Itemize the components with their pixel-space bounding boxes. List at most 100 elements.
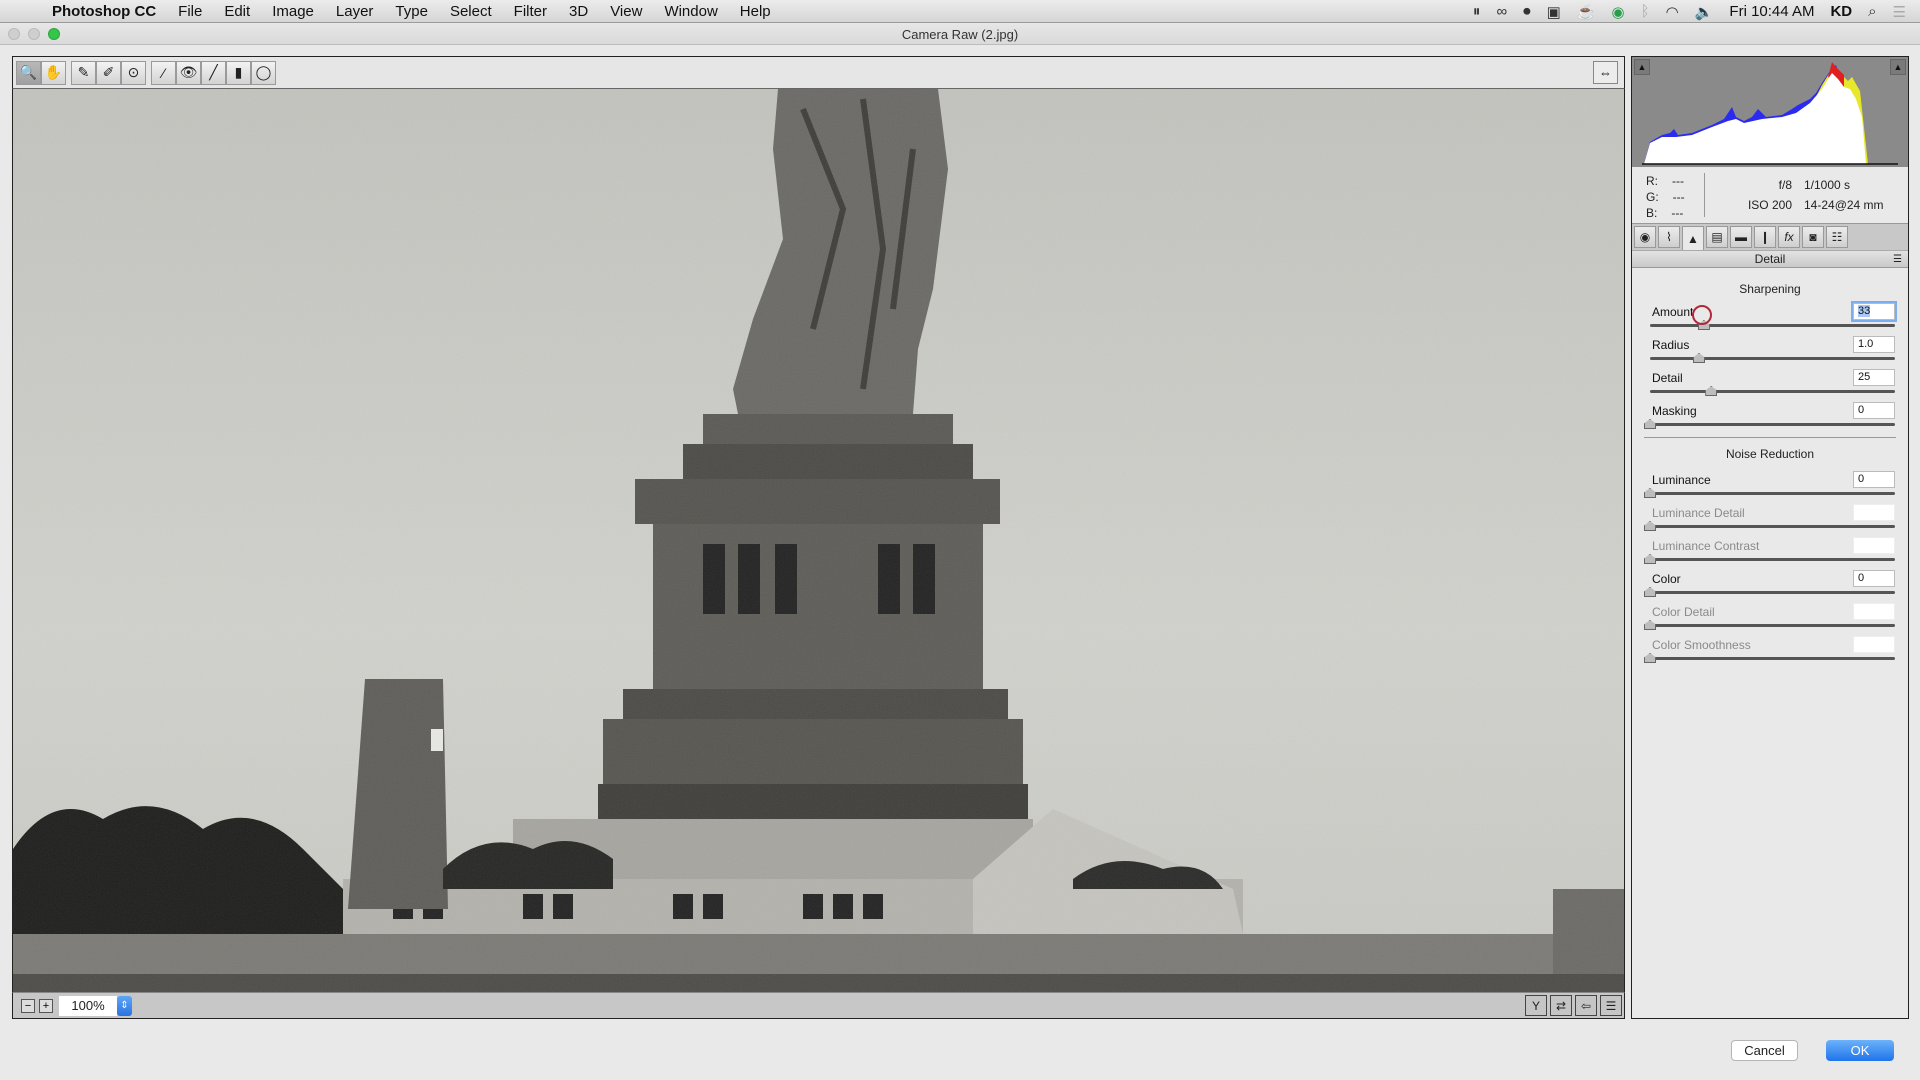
menu-user[interactable]: KD <box>1830 3 1852 20</box>
menu-layer[interactable]: Layer <box>336 3 374 20</box>
screen-share-icon[interactable]: ▣ <box>1547 3 1561 21</box>
camera-icon: ◙ <box>1809 230 1817 244</box>
menu-clock[interactable]: Fri 10:44 AM <box>1729 3 1814 20</box>
sync-paused-icon[interactable]: ⏸ <box>1473 3 1481 20</box>
spot-removal-tool[interactable]: ⁄ <box>151 60 176 85</box>
luminance-value-field[interactable]: 0 <box>1853 471 1895 488</box>
masking-value-field[interactable]: 0 <box>1853 402 1895 419</box>
gradient-icon: ▮ <box>234 64 243 80</box>
menu-file[interactable]: File <box>178 3 202 20</box>
adjustment-brush-tool[interactable]: ╱ <box>201 60 226 85</box>
graduated-filter-tool[interactable]: ▮ <box>226 60 251 85</box>
ok-button[interactable]: OK <box>1826 1040 1894 1061</box>
menu-type[interactable]: Type <box>395 3 428 20</box>
zoom-in-button[interactable]: + <box>39 998 53 1013</box>
luminance-slider-track[interactable] <box>1650 492 1895 495</box>
ellipse-icon: ◯ <box>255 64 272 80</box>
tab-lens-corrections[interactable]: ❙ <box>1754 226 1776 248</box>
menu-image[interactable]: Image <box>272 3 314 20</box>
zoom-level-stepper[interactable]: ⇕ <box>117 995 132 1016</box>
tab-tone-curve[interactable]: ⌇ <box>1658 226 1680 248</box>
g-label: G: <box>1646 190 1659 204</box>
tab-detail[interactable]: ▲ <box>1682 226 1704 251</box>
screen-record-icon[interactable]: ⏺ <box>1523 3 1531 20</box>
radius-slider-track[interactable] <box>1650 357 1895 360</box>
panel-menu-icon[interactable]: ☰ <box>1893 251 1902 268</box>
minimize-window-button[interactable] <box>28 28 40 40</box>
slider-label: Amount <box>1652 305 1694 319</box>
menu-bar: Photoshop CC File Edit Image Layer Type … <box>0 0 1920 23</box>
white-balance-tool[interactable]: ✎ <box>71 60 96 85</box>
copy-settings-button[interactable]: ⇦ <box>1575 995 1597 1016</box>
color-sampler-tool[interactable]: ✐ <box>96 60 121 85</box>
fullscreen-toggle-button[interactable]: ⇔ <box>1593 61 1618 84</box>
amount-value-field[interactable]: 33 <box>1851 301 1897 322</box>
menu-select[interactable]: Select <box>450 3 492 20</box>
menu-edit[interactable]: Edit <box>224 3 250 20</box>
menu-app-name[interactable]: Photoshop CC <box>52 3 156 20</box>
tab-hsl[interactable]: ▤ <box>1706 226 1728 248</box>
zoom-out-button[interactable]: − <box>21 998 35 1013</box>
color-value-field[interactable]: 0 <box>1853 570 1895 587</box>
highlight-clipping-toggle[interactable]: ▲ <box>1890 59 1906 75</box>
zoom-window-button[interactable] <box>48 28 60 40</box>
slider-color: Color 0 <box>1644 570 1895 602</box>
cancel-button[interactable]: Cancel <box>1731 1040 1798 1061</box>
lens-icon: ❙ <box>1759 230 1771 244</box>
menu-filter[interactable]: Filter <box>514 3 547 20</box>
radial-filter-tool[interactable]: ◯ <box>251 60 276 85</box>
image-preview[interactable] <box>12 89 1625 992</box>
radius-slider-thumb[interactable] <box>1693 353 1705 363</box>
menu-window[interactable]: Window <box>664 3 717 20</box>
lens: 14-24@24 mm <box>1804 198 1884 212</box>
pixel-info: R: --- G: --- B: --- f/8 1/1000 s ISO 200 14-… <box>1632 167 1908 223</box>
notification-center-icon[interactable]: ☰ <box>1893 3 1906 21</box>
shadow-clipping-toggle[interactable]: ▲ <box>1634 59 1650 75</box>
luminance-detail-value-field <box>1853 504 1895 521</box>
expand-arrows-icon: ⇔ <box>1599 65 1612 80</box>
caffeine-icon[interactable]: ☕ <box>1577 3 1596 21</box>
color-slider-track[interactable] <box>1650 591 1895 594</box>
slider-label: Detail <box>1652 371 1683 385</box>
menu-view[interactable]: View <box>610 3 642 20</box>
luminance-contrast-value-field <box>1853 537 1895 554</box>
radius-value-field[interactable]: 1.0 <box>1853 336 1895 353</box>
zoom-level-field[interactable]: 100% <box>59 995 117 1016</box>
color-smoothness-value-field <box>1853 636 1895 653</box>
luminance-slider-thumb[interactable] <box>1644 488 1656 498</box>
sync-check-icon[interactable]: ◉ <box>1612 3 1625 21</box>
slider-label: Color Smoothness <box>1652 638 1751 652</box>
split-view-icon: Y <box>1531 998 1540 1013</box>
tab-camera-calibration[interactable]: ◙ <box>1802 226 1824 248</box>
wifi-icon[interactable]: ◠ <box>1666 3 1679 21</box>
menu-help[interactable]: Help <box>740 3 771 20</box>
tab-effects[interactable]: fx <box>1778 226 1800 248</box>
tab-basic[interactable]: ◉ <box>1634 226 1656 248</box>
amount-slider-track[interactable] <box>1650 324 1895 327</box>
preview-preferences-button[interactable]: ☰ <box>1600 995 1622 1016</box>
close-window-button[interactable] <box>8 28 20 40</box>
histogram-graph <box>1642 62 1898 165</box>
detail-slider-track[interactable] <box>1650 390 1895 393</box>
before-after-view-button[interactable]: Y <box>1525 995 1547 1016</box>
tab-presets[interactable]: ☷ <box>1826 226 1848 248</box>
menu-3d[interactable]: 3D <box>569 3 588 20</box>
detail-slider-thumb[interactable] <box>1705 386 1718 396</box>
swap-settings-button[interactable]: ⇄ <box>1550 995 1572 1016</box>
masking-slider-track[interactable] <box>1650 423 1895 426</box>
masking-slider-thumb[interactable] <box>1644 419 1656 429</box>
hand-tool[interactable]: ✋ <box>41 60 66 85</box>
spotlight-search-icon[interactable]: ⌕ <box>1868 3 1876 20</box>
up-down-arrows-icon: ⇕ <box>120 999 129 1011</box>
brush-icon: ╱ <box>209 64 218 80</box>
red-eye-tool[interactable]: 👁 <box>176 60 201 85</box>
zoom-tool[interactable]: 🔍 <box>16 60 41 85</box>
detail-value-field[interactable]: 25 <box>1853 369 1895 386</box>
panel-tabs: ◉ ⌇ ▲ ▤ ▬ ❙ fx ◙ ☷ <box>1632 223 1908 251</box>
targeted-adjustment-tool[interactable]: ⊙ <box>121 60 146 85</box>
creative-cloud-icon[interactable]: ∞ <box>1496 3 1507 20</box>
tab-split-toning[interactable]: ▬ <box>1730 226 1752 248</box>
bluetooth-icon[interactable]: ᛒ <box>1641 3 1650 20</box>
color-slider-thumb[interactable] <box>1644 587 1656 597</box>
volume-icon[interactable]: 🔈 <box>1695 3 1714 21</box>
